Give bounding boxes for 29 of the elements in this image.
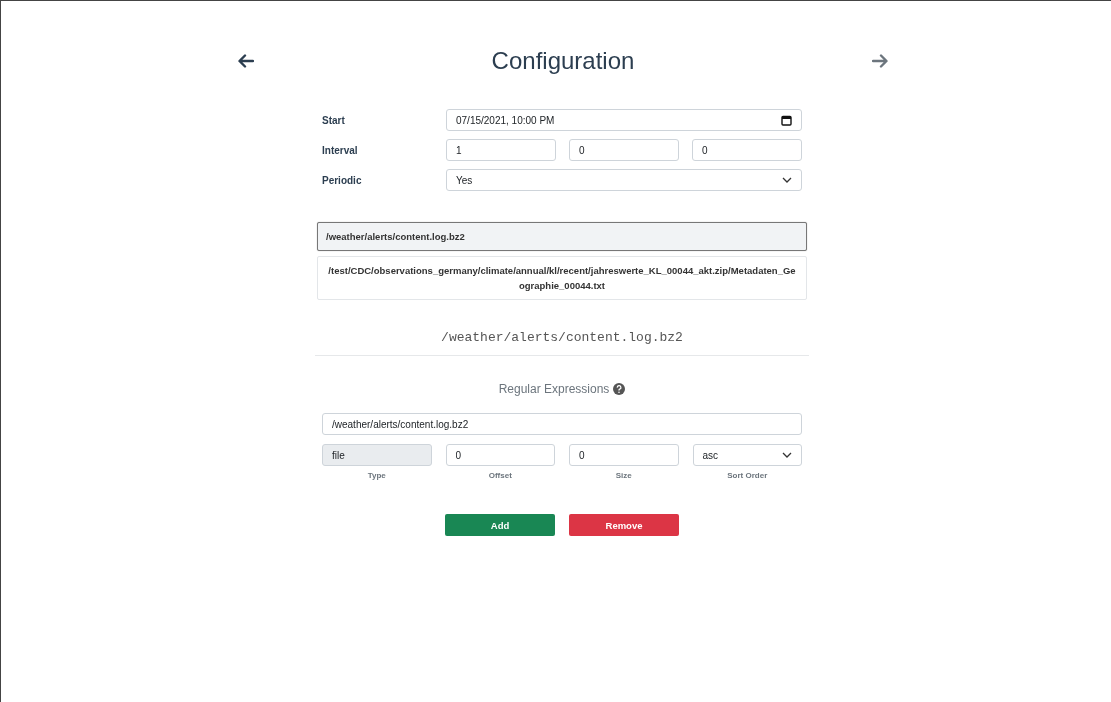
- current-path: /weather/alerts/content.log.bz2: [440, 330, 684, 345]
- help-icon[interactable]: [613, 383, 626, 395]
- number-field[interactable]: 1: [446, 139, 556, 161]
- path-list-item[interactable]: /weather/alerts/content.log.bz2: [317, 222, 807, 251]
- field-caption: Size: [614, 471, 633, 480]
- back-arrow-icon[interactable]: [238, 54, 254, 68]
- chevron-down-icon: [782, 177, 792, 183]
- field-label: Interval: [322, 144, 359, 156]
- type-field[interactable]: file: [322, 444, 432, 466]
- path-list-item[interactable]: /test/CDC/observations_germany/climate/annual/kl/recent/jahreswerte_KL_00044_akt.zip/Metadaten_Geographie_00044.txt: [317, 256, 807, 300]
- field-caption: Offset: [487, 471, 513, 480]
- field-label: Periodic: [322, 174, 363, 186]
- dropdown-field[interactable]: Yes: [446, 169, 802, 191]
- field-label: Start: [322, 114, 346, 126]
- action-button[interactable]: Remove: [569, 514, 679, 536]
- pattern-field[interactable]: /weather/alerts/content.log.bz2: [322, 413, 802, 435]
- sort-order-dropdown[interactable]: asc: [692, 444, 802, 466]
- chevron-down-icon: [782, 452, 792, 458]
- field-caption: Type: [366, 471, 387, 480]
- number-field[interactable]: 0: [569, 444, 679, 466]
- action-button[interactable]: Add: [445, 514, 555, 536]
- number-field[interactable]: 0: [445, 444, 555, 466]
- field-caption: Sort Order: [726, 471, 769, 480]
- section-heading: Regular Expressions: [498, 382, 610, 396]
- page-title: Configuration: [491, 47, 635, 75]
- datetime-field[interactable]: 07/15/2021, 10:00 PM: [446, 109, 802, 131]
- number-field[interactable]: 0: [692, 139, 802, 161]
- number-field[interactable]: 0: [569, 139, 679, 161]
- calendar-icon[interactable]: [781, 114, 792, 126]
